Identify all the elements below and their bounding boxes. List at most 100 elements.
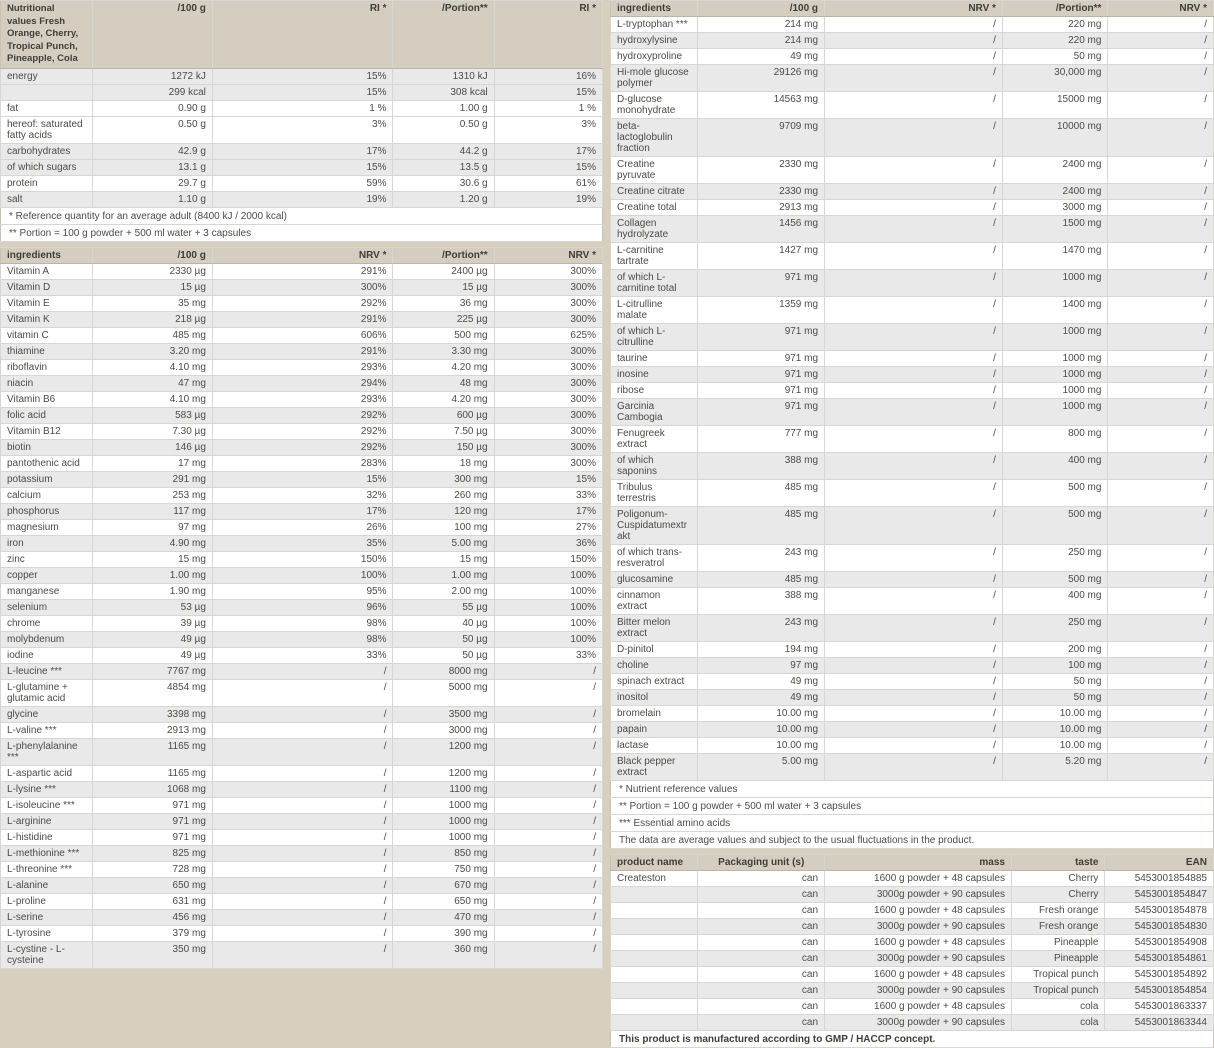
gmp-note-section: This product is manufactured according t… — [611, 1031, 1214, 1048]
table-row: cinnamon extract388 mg/400 mg/ — [611, 588, 1214, 615]
footnote-reference-quantity: * Reference quantity for an average adul… — [1, 207, 603, 224]
cell-nrv2: 15% — [494, 471, 602, 487]
footnote-row: The data are average values and subject … — [611, 832, 1214, 849]
cell-portion: 500 mg — [393, 327, 494, 343]
cell-per100: 631 mg — [92, 893, 212, 909]
cell-portion: 1.20 g — [393, 191, 494, 207]
cell-per100: 146 µg — [92, 439, 212, 455]
cell-portion: 1000 mg — [1002, 383, 1108, 399]
cell-portion: 1400 mg — [1002, 297, 1108, 324]
col-per-100g: /100 g — [92, 1, 212, 69]
cell-name: glucosamine — [611, 572, 698, 588]
table-row: phosphorus117 mg17%120 mg17% — [1, 503, 603, 519]
cell-per100: 456 mg — [92, 909, 212, 925]
table-row: of which sugars13.1 g15%13.5 g15% — [1, 159, 603, 175]
footnote-row: *** Essential amino acids — [611, 815, 1214, 832]
cell-nrv1: 98% — [212, 631, 393, 647]
cell-nrv1: / — [825, 157, 1003, 184]
cell-portion: 250 mg — [1002, 545, 1108, 572]
cell-per100: 3398 mg — [92, 706, 212, 722]
cell-portion: 3000 mg — [1002, 200, 1108, 216]
cell-name: manganese — [1, 583, 93, 599]
cell-per100: 971 mg — [698, 351, 825, 367]
cell-portion: 1100 mg — [393, 781, 494, 797]
cell-nrv2: 300% — [494, 407, 602, 423]
cell-nrv1: 293% — [212, 391, 393, 407]
cell-name: Vitamin A — [1, 263, 93, 279]
cell-name: D-pinitol — [611, 642, 698, 658]
cell-nrv1: / — [212, 813, 393, 829]
cell-name: iron — [1, 535, 93, 551]
cell-nrv2: / — [1108, 119, 1214, 157]
cell-name: L-phenylalanine *** — [1, 738, 93, 765]
cell-nrv1: 292% — [212, 295, 393, 311]
cell-ean: 5453001854878 — [1105, 903, 1214, 919]
cell-name — [611, 919, 698, 935]
cell-ri1: 19% — [212, 191, 393, 207]
cell-name: papain — [611, 722, 698, 738]
table-row: can3000g powder + 90 capsulesTropical pu… — [611, 983, 1214, 999]
ingredients-left-body: Vitamin A2330 µg291%2400 µg300%Vitamin D… — [1, 263, 603, 968]
cell-name: L-histidine — [1, 829, 93, 845]
cell-name: beta-lactoglobulin fraction — [611, 119, 698, 157]
cell-name: choline — [611, 658, 698, 674]
cell-taste: Cherry — [1011, 871, 1104, 887]
cell-name: L-leucine *** — [1, 663, 93, 679]
cell-per100: 49 mg — [698, 690, 825, 706]
ingredients-left-header: ingredients /100 g NRV * /Portion** NRV … — [1, 247, 603, 263]
cell-per100: 971 mg — [92, 829, 212, 845]
cell-nrv1: / — [212, 893, 393, 909]
col-ingredients: ingredients — [611, 1, 698, 17]
cell-portion: 500 mg — [1002, 572, 1108, 588]
cell-nrv2: / — [494, 781, 602, 797]
cell-per100: 49 µg — [92, 631, 212, 647]
cell-per100: 291 mg — [92, 471, 212, 487]
cell-portion: 18 mg — [393, 455, 494, 471]
cell-nrv2: / — [494, 829, 602, 845]
cell-portion: 4.20 mg — [393, 391, 494, 407]
cell-name — [611, 887, 698, 903]
cell-nrv2: / — [1108, 367, 1214, 383]
cell-nrv1: / — [825, 184, 1003, 200]
cell-portion: 360 mg — [393, 941, 494, 968]
col-mass: mass — [825, 855, 1012, 871]
cell-nrv2: / — [494, 663, 602, 679]
footnote-row: ** Portion = 100 g powder + 500 ml water… — [611, 798, 1214, 815]
cell-portion: 100 mg — [393, 519, 494, 535]
products-body: Createstoncan1600 g powder + 48 capsules… — [611, 871, 1214, 1031]
cell-name: iodine — [1, 647, 93, 663]
cell-portion: 15 µg — [393, 279, 494, 295]
cell-nrv1: 300% — [212, 279, 393, 295]
table-row: can1600 g powder + 48 capsulesFresh oran… — [611, 903, 1214, 919]
cell-portion: 220 mg — [1002, 33, 1108, 49]
cell-portion: 10000 mg — [1002, 119, 1108, 157]
table-row: L-histidine971 mg/1000 mg/ — [1, 829, 603, 845]
cell-unit: can — [698, 919, 825, 935]
cell-portion: 650 mg — [393, 893, 494, 909]
ingredients-table-right: ingredients /100 g NRV * /Portion** NRV … — [610, 0, 1214, 849]
cell-name: L-valine *** — [1, 722, 93, 738]
cell-portion: 1000 mg — [1002, 324, 1108, 351]
table-row: of which saponins388 mg/400 mg/ — [611, 453, 1214, 480]
table-row: riboflavin4.10 mg293%4.20 mg300% — [1, 359, 603, 375]
cell-portion: 15000 mg — [1002, 92, 1108, 119]
table-row: folic acid583 µg292%600 µg300% — [1, 407, 603, 423]
cell-name: of which trans-resveratrol — [611, 545, 698, 572]
table-row: magnesium97 mg26%100 mg27% — [1, 519, 603, 535]
table-row: molybdenum49 µg98%50 µg100% — [1, 631, 603, 647]
cell-nrv1: 15% — [212, 471, 393, 487]
cell-name: Creatine total — [611, 200, 698, 216]
cell-name: L-proline — [1, 893, 93, 909]
cell-portion: 30,000 mg — [1002, 65, 1108, 92]
cell-nrv1: / — [212, 845, 393, 861]
cell-name: lactase — [611, 738, 698, 754]
cell-nrv1: / — [825, 690, 1003, 706]
cell-name: salt — [1, 191, 93, 207]
cell-name: Hi-mole glucose polymer — [611, 65, 698, 92]
table-row: L-citrulline malate1359 mg/1400 mg/ — [611, 297, 1214, 324]
table-row: L-glutamine + glutamic acid4854 mg/5000 … — [1, 679, 603, 706]
cell-nrv2: 300% — [494, 375, 602, 391]
cell-name: Vitamin K — [1, 311, 93, 327]
cell-portion: 390 mg — [393, 925, 494, 941]
cell-per100: 10.00 mg — [698, 706, 825, 722]
